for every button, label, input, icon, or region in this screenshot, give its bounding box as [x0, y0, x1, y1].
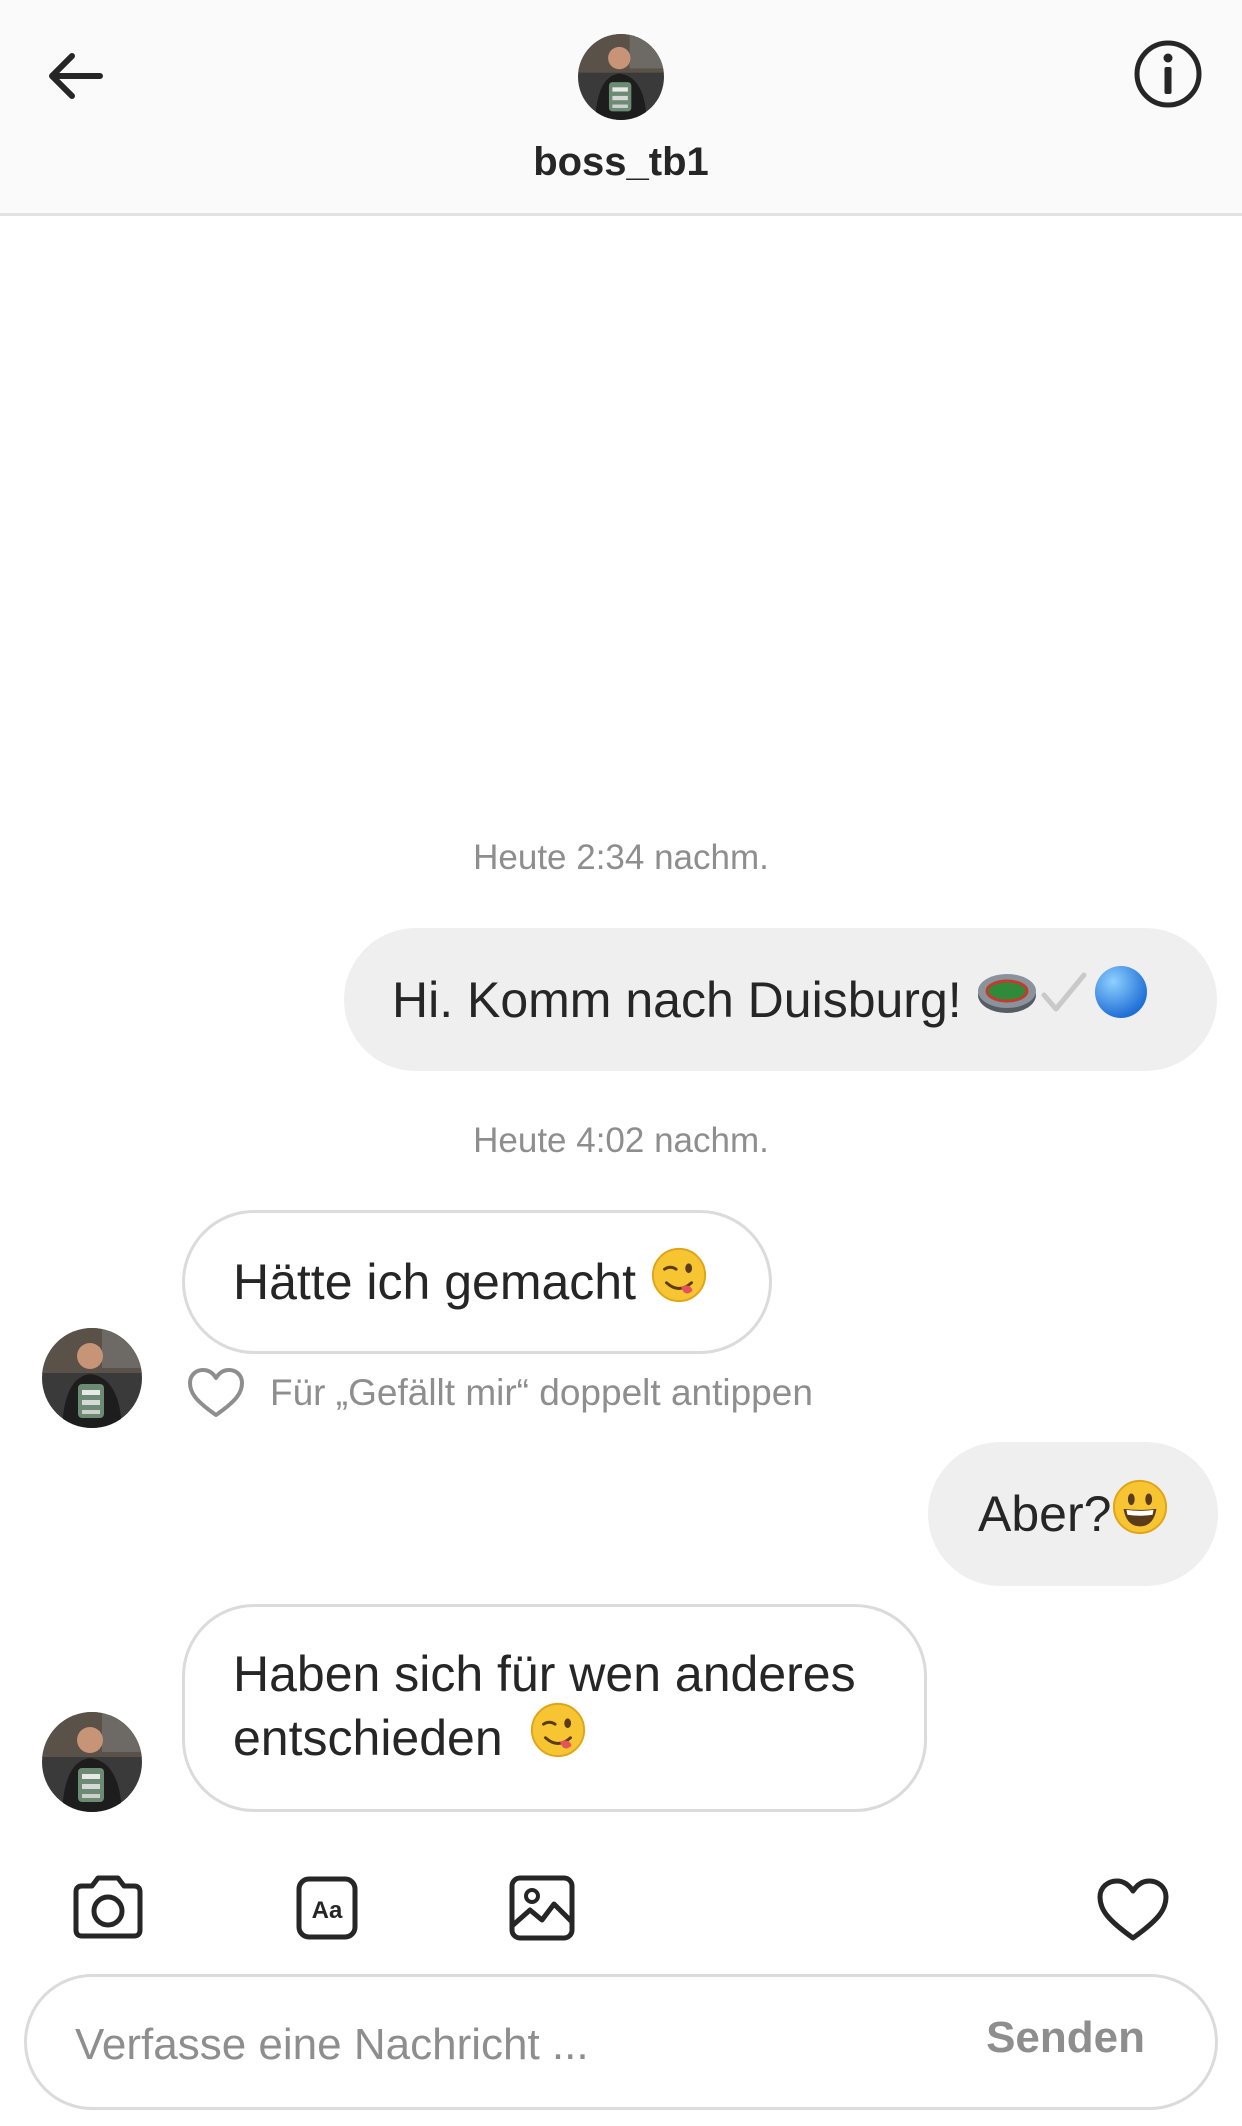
text-style-aa-icon[interactable]: Aa: [296, 1876, 358, 1945]
sender-avatar[interactable]: [42, 1328, 142, 1428]
incoming-message[interactable]: Haben sich für wen anderes entschieden: [182, 1604, 927, 1812]
chat-username[interactable]: boss_tb1: [0, 140, 1242, 185]
double-tap-like-hint: Für „Gefällt mir“ doppelt antippen: [186, 1365, 813, 1421]
like-hint-text: Für „Gefällt mir“ doppelt antippen: [270, 1372, 813, 1413]
sender-avatar[interactable]: [42, 1712, 142, 1812]
back-arrow-icon[interactable]: [40, 40, 112, 112]
outgoing-message[interactable]: Hi. Komm nach Duisburg!: [344, 928, 1217, 1071]
message-input[interactable]: [73, 2005, 957, 2085]
send-button[interactable]: Senden: [986, 2013, 1145, 2063]
chat-header: boss_tb1: [0, 0, 1242, 216]
check-mark-emoji: [1038, 967, 1090, 1032]
incoming-message[interactable]: Hätte ich gemacht: [182, 1210, 772, 1354]
message-text: Hi. Komm nach Duisburg!: [392, 971, 962, 1028]
message-text: Aber?: [978, 1486, 1112, 1542]
timestamp: Heute 4:02 nachm.: [473, 1121, 769, 1160]
winking-face-with-tongue-emoji: [650, 1246, 708, 1319]
info-icon[interactable]: [1130, 36, 1206, 112]
stadium-emoji: [976, 967, 1038, 1032]
blue-circle-emoji: [1092, 963, 1150, 1036]
timestamp: Heute 2:34 nachm.: [473, 838, 769, 877]
image-gallery-icon[interactable]: [508, 1874, 576, 1947]
message-text: Hätte ich gemacht: [233, 1254, 636, 1310]
header-avatar[interactable]: [578, 34, 664, 120]
grinning-face-emoji: [1111, 1478, 1169, 1551]
outgoing-message[interactable]: Aber?: [928, 1442, 1218, 1586]
heart-outline-icon[interactable]: [1096, 1878, 1170, 1947]
message-composer: Senden: [24, 1974, 1218, 2110]
text-style-label: Aa: [312, 1897, 343, 1924]
winking-face-with-tongue-emoji: [529, 1701, 587, 1774]
heart-outline-icon[interactable]: [186, 1367, 246, 1419]
camera-icon[interactable]: [70, 1874, 146, 1945]
